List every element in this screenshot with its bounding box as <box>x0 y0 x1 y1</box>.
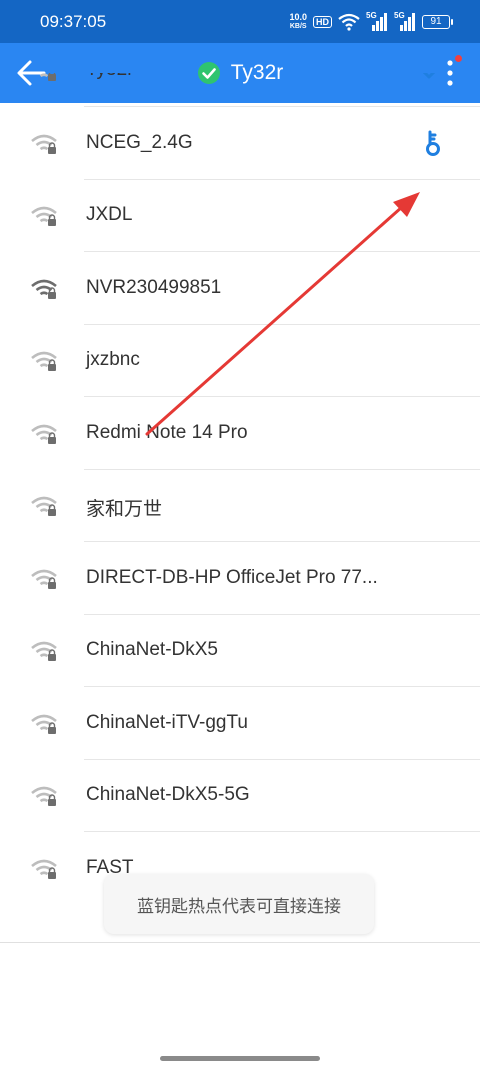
network-name: DIRECT-DB-HP OfficeJet Pro 77... <box>86 566 378 588</box>
wifi-network-row[interactable]: jxzbnc <box>0 325 480 397</box>
wifi-lock-icon <box>30 73 58 82</box>
network-name: ChinaNet-iTV-ggTu <box>86 711 248 733</box>
wifi-network-row[interactable]: NVR230499851 <box>0 253 480 325</box>
wifi-network-row[interactable]: JXDL <box>0 180 480 252</box>
wifi-lock-icon <box>30 133 58 155</box>
wifi-status-icon <box>338 13 360 31</box>
wifi-network-row[interactable]: Ty32r <box>0 73 480 107</box>
status-time: 09:37:05 <box>40 12 107 31</box>
network-speed: 10.0 KB/S <box>289 12 307 31</box>
wifi-network-list[interactable]: Ty32r NCEG_2.4G JXDL NVR230499851 jxzbnc Redm… <box>0 73 480 943</box>
network-name: Redmi Note 14 Pro <box>86 421 248 443</box>
network-name: ChinaNet-DkX5 <box>86 639 218 660</box>
network-name: NCEG_2.4G <box>86 131 193 153</box>
wifi-network-row[interactable]: Redmi Note 14 Pro <box>0 398 480 470</box>
signal-1: 5G <box>366 11 388 31</box>
wifi-network-row[interactable]: ChinaNet-DkX5-5G <box>0 760 480 832</box>
wifi-network-row[interactable]: DIRECT-DB-HP OfficeJet Pro 77... <box>0 543 480 615</box>
status-icons: 10.0 KB/S HD 5G 5G 91 <box>289 10 453 34</box>
signal-bars-icon <box>400 13 415 31</box>
key-icon[interactable] <box>418 128 448 158</box>
wifi-lock-icon <box>30 568 58 590</box>
wifi-lock-icon <box>30 785 58 807</box>
toast-message: 蓝钥匙热点代表可直接连接 <box>104 874 374 934</box>
network-name: jxzbnc <box>86 349 140 370</box>
network-name: ChinaNet-DkX5-5G <box>86 784 250 805</box>
wifi-lock-icon <box>30 278 58 300</box>
wifi-lock-icon <box>30 350 58 372</box>
wifi-network-row[interactable]: 家和万世 <box>0 470 480 542</box>
network-name: NVR230499851 <box>86 276 222 298</box>
home-indicator[interactable] <box>160 1056 320 1061</box>
wifi-network-row[interactable]: NCEG_2.4G <box>0 108 480 180</box>
signal-2: 5G <box>394 11 416 31</box>
battery-icon: 91 <box>422 15 453 29</box>
signal-bars-icon <box>372 13 387 31</box>
wifi-network-row[interactable]: ChinaNet-iTV-ggTu <box>0 688 480 760</box>
wifi-lock-icon <box>30 495 58 517</box>
divider <box>0 942 480 943</box>
notification-dot <box>455 55 462 62</box>
wifi-lock-icon <box>30 713 58 735</box>
hd-badge: HD <box>313 16 332 28</box>
wifi-lock-icon <box>30 205 58 227</box>
wifi-lock-icon <box>30 640 58 662</box>
connected-check-icon <box>418 73 448 85</box>
network-name: 家和万世 <box>86 499 163 520</box>
wifi-network-row[interactable]: ChinaNet-DkX5 <box>0 615 480 687</box>
status-bar: 09:37:05 10.0 KB/S HD 5G 5G 91 <box>0 0 480 43</box>
wifi-lock-icon <box>30 858 58 880</box>
wifi-lock-icon <box>30 423 58 445</box>
network-name: JXDL <box>86 204 133 225</box>
network-name: Ty32r <box>86 73 134 81</box>
